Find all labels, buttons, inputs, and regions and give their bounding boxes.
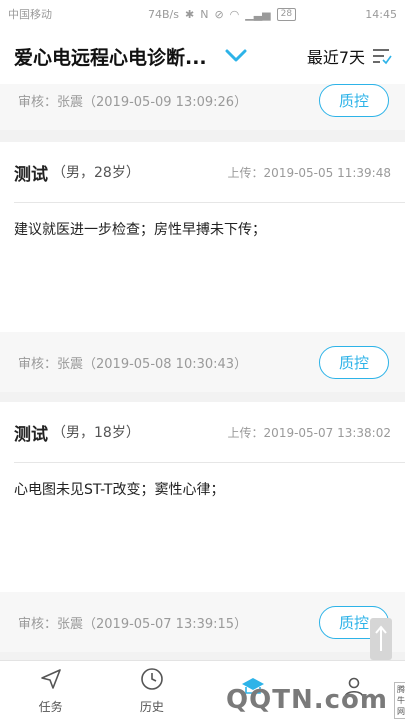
nfc-icon: N	[200, 7, 209, 21]
signal-icon: ▁▃▅	[245, 7, 271, 21]
tab-tasks[interactable]: 任务	[0, 661, 101, 720]
clock-icon	[140, 667, 164, 695]
divider	[14, 462, 405, 463]
watermark-site-label: 腾牛网	[393, 681, 405, 719]
patient-meta: （男，18岁）	[52, 425, 140, 441]
watermark: QQTN.com 腾牛网	[226, 680, 405, 720]
chevron-down-icon[interactable]	[223, 43, 249, 69]
scroll-to-top-button[interactable]	[370, 618, 392, 660]
record-card[interactable]: 测试 （男，28岁） 上传：2019-05-05 11:39:48 建议就医进一…	[0, 142, 405, 392]
status-bar: 中国移动 74B/s ✱ N ⊘ ◠ ▁▃▅ 28 14:45	[0, 0, 405, 28]
reviewer-info: 审核：张震（2019-05-08 10:30:43）	[18, 356, 248, 372]
network-speed: 74B/s	[148, 7, 179, 21]
patient-name: 测试	[14, 424, 48, 445]
record-card: 审核：张震（2019-05-09 13:09:26） 质控	[0, 84, 405, 130]
app-title: 爱心电远程心电诊断...	[14, 46, 207, 69]
clock: 14:45	[365, 7, 397, 21]
tab-label: 历史	[139, 699, 164, 714]
send-icon	[39, 667, 63, 695]
reviewer-info: 审核：张震（2019-05-09 13:09:26）	[18, 94, 248, 110]
patient-meta: （男，28岁）	[52, 165, 140, 181]
upload-time: 上传：2019-05-07 13:38:02	[227, 425, 391, 440]
date-range-selector[interactable]: 最近7天	[307, 44, 365, 68]
filter-icon[interactable]	[371, 45, 393, 67]
carrier-label: 中国移动	[8, 8, 52, 21]
card-footer: 审核：张震（2019-05-09 13:09:26） 质控	[0, 84, 405, 130]
diagnosis-text: 心电图未见ST-T改变；窦性心律；	[14, 482, 225, 498]
quality-control-button[interactable]: 质控	[319, 84, 389, 117]
card-header: 测试 （男，28岁） 上传：2019-05-05 11:39:48	[0, 142, 405, 202]
tab-history[interactable]: 历史	[101, 661, 202, 720]
divider	[14, 202, 405, 203]
record-list[interactable]: 审核：张震（2019-05-09 13:09:26） 质控 测试 （男，28岁）…	[0, 84, 405, 660]
status-icons: 74B/s ✱ N ⊘ ◠ ▁▃▅ 28	[148, 7, 297, 21]
upload-time: 上传：2019-05-05 11:39:48	[227, 165, 391, 180]
app-header: 爱心电远程心电诊断... 最近7天	[0, 28, 405, 84]
record-card[interactable]: 测试 （男，18岁） 上传：2019-05-07 13:38:02 心电图未见S…	[0, 402, 405, 652]
card-footer: 审核：张震（2019-05-08 10:30:43） 质控	[0, 332, 405, 392]
diagnosis-text: 建议就医进一步检查；房性早搏未下传；	[14, 222, 266, 238]
tab-label: 任务	[38, 699, 63, 714]
wifi-icon: ◠	[229, 7, 240, 21]
battery-icon: 28	[276, 7, 297, 21]
mute-icon: ⊘	[214, 7, 224, 21]
reviewer-info: 审核：张震（2019-05-07 13:39:15）	[18, 616, 248, 632]
quality-control-button[interactable]: 质控	[319, 345, 389, 379]
patient-name: 测试	[14, 164, 48, 185]
card-footer: 审核：张震（2019-05-07 13:39:15） 质控	[0, 592, 405, 652]
watermark-logo: QQTN.com	[226, 685, 388, 715]
card-header: 测试 （男，18岁） 上传：2019-05-07 13:38:02	[0, 402, 405, 462]
bluetooth-icon: ✱	[184, 7, 195, 21]
